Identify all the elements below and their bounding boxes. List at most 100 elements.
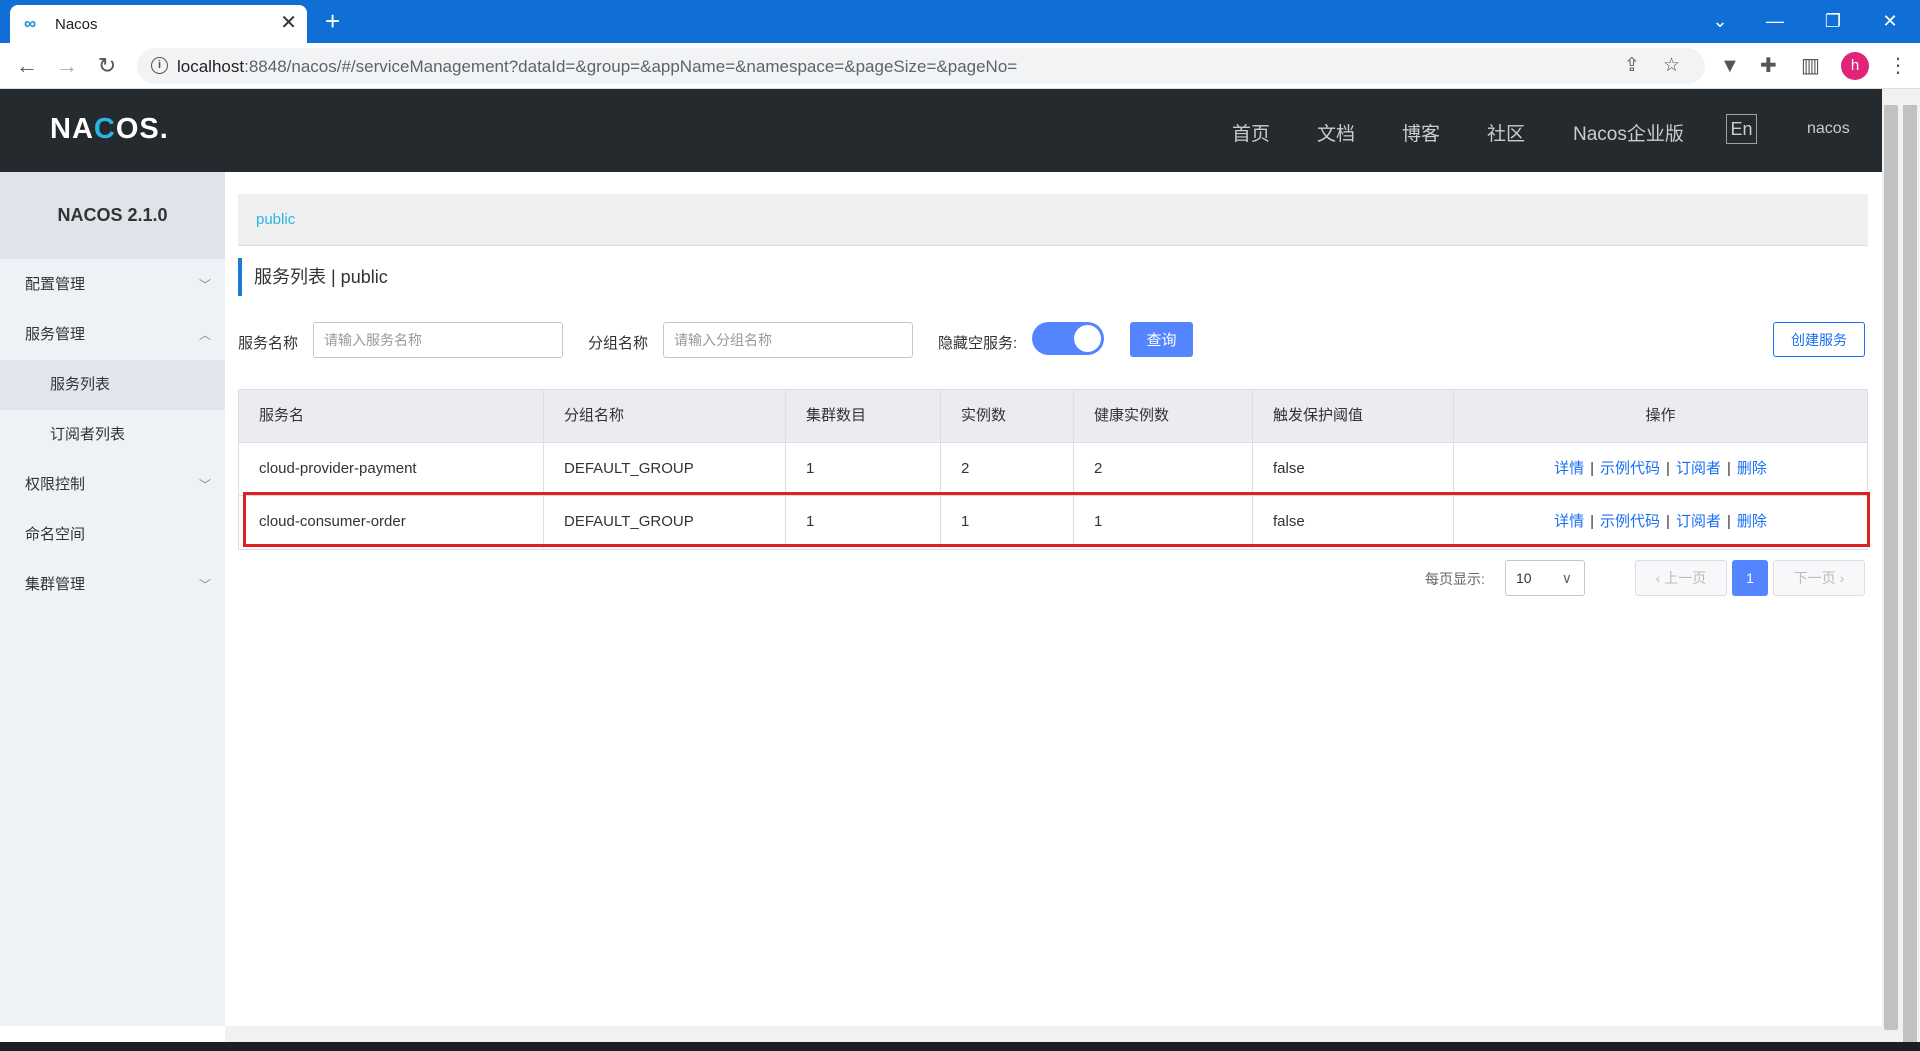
- page-size-select[interactable]: 10 ∨: [1505, 560, 1585, 596]
- sidebar-item-label: 命名空间: [25, 526, 86, 543]
- sidebar-item-namespace[interactable]: 命名空间: [0, 510, 225, 560]
- threshold-cell: false: [1253, 496, 1454, 548]
- instance-count-cell: 2: [941, 443, 1074, 495]
- operations-cell: 详情 | 示例代码 | 订阅者 | 删除: [1554, 460, 1767, 477]
- current-page-button[interactable]: 1: [1732, 560, 1768, 596]
- address-bar: ← → ↻ i localhost:8848/nacos/#/serviceMa…: [0, 43, 1920, 89]
- minimize-icon[interactable]: —: [1755, 6, 1795, 36]
- sidebar: NACOS 2.1.0 配置管理 ﹀ 服务管理 ︿ 服务列表 订阅者列表 权限控…: [0, 172, 225, 1026]
- namespace-link[interactable]: public: [256, 211, 295, 228]
- sidebar-item-label: 配置管理: [25, 276, 86, 293]
- sidebar-item-auth[interactable]: 权限控制 ﹀: [0, 460, 225, 510]
- service-name-cell: cloud-provider-payment: [239, 443, 544, 495]
- service-name-input[interactable]: [313, 322, 563, 358]
- nav-blog[interactable]: 博客: [1402, 119, 1440, 146]
- namespace-bar: public: [238, 194, 1868, 246]
- table-row: cloud-provider-payment DEFAULT_GROUP 1 2…: [239, 443, 1867, 496]
- user-name[interactable]: nacos: [1807, 120, 1850, 138]
- horizontal-scrollbar[interactable]: [225, 1026, 1882, 1042]
- new-tab-button[interactable]: +: [325, 6, 340, 36]
- url-input[interactable]: i localhost:8848/nacos/#/serviceManageme…: [137, 48, 1705, 84]
- hide-empty-label: 隐藏空服务:: [938, 335, 1018, 352]
- url-text: localhost:8848/nacos/#/serviceManagement…: [177, 57, 1018, 76]
- hide-empty-toggle[interactable]: [1032, 322, 1104, 355]
- back-arrow-icon[interactable]: ←: [12, 51, 42, 81]
- menu-dots-icon[interactable]: ⋮: [1888, 54, 1908, 78]
- nav-enterprise[interactable]: Nacos企业版: [1573, 119, 1684, 146]
- cluster-count-cell: 1: [786, 443, 941, 495]
- tab-search-icon[interactable]: ⌄: [1700, 6, 1740, 36]
- close-tab-icon[interactable]: ✕: [280, 12, 297, 34]
- service-name-cell: cloud-consumer-order: [239, 496, 544, 548]
- healthy-count-cell: 1: [1074, 496, 1253, 548]
- service-name-label: 服务名称: [238, 335, 299, 352]
- page-scrollbar-thumb[interactable]: [1903, 105, 1917, 1045]
- group-cell: DEFAULT_GROUP: [544, 496, 786, 548]
- detail-link[interactable]: 详情: [1554, 513, 1584, 530]
- per-page-label: 每页显示:: [1425, 571, 1485, 587]
- browser-tab-bar: ∞ Nacos ✕ + ⌄ — ❐ ✕: [0, 0, 1920, 43]
- sample-code-link[interactable]: 示例代码: [1600, 513, 1660, 530]
- delete-link[interactable]: 删除: [1737, 513, 1767, 530]
- group-name-input[interactable]: [663, 322, 913, 358]
- chevron-down-icon: ﹀: [198, 478, 211, 492]
- sidepanel-icon[interactable]: ▥: [1801, 54, 1820, 78]
- column-header: 分组名称: [544, 390, 786, 442]
- language-toggle-button[interactable]: En: [1726, 114, 1757, 144]
- extension-v-icon[interactable]: ▼: [1720, 54, 1740, 78]
- nav-home[interactable]: 首页: [1232, 119, 1270, 146]
- app-header: NACOS. 首页 文档 博客 社区 Nacos企业版 En nacos: [0, 89, 1901, 172]
- cluster-count-cell: 1: [786, 496, 941, 548]
- taskbar: [0, 1042, 1920, 1051]
- main-content: public 服务列表 | public 服务名称 分组名称 隐藏空服务: 查询…: [225, 172, 1882, 1026]
- column-header: 健康实例数: [1074, 390, 1253, 442]
- delete-link[interactable]: 删除: [1737, 460, 1767, 477]
- next-page-button[interactable]: 下一页 ›: [1773, 560, 1865, 596]
- subscriber-link[interactable]: 订阅者: [1676, 513, 1721, 530]
- column-header: 操作: [1645, 407, 1676, 424]
- prev-page-button[interactable]: ‹ 上一页: [1635, 560, 1727, 596]
- create-service-button[interactable]: 创建服务: [1773, 322, 1865, 357]
- nav-community[interactable]: 社区: [1487, 119, 1525, 146]
- detail-link[interactable]: 详情: [1554, 460, 1584, 477]
- nacos-favicon-icon: ∞: [24, 14, 37, 33]
- threshold-cell: false: [1253, 443, 1454, 495]
- browser-tab[interactable]: ∞ Nacos ✕: [10, 5, 307, 43]
- puzzle-icon[interactable]: ✚: [1760, 54, 1777, 78]
- subscriber-link[interactable]: 订阅者: [1676, 460, 1721, 477]
- reload-icon[interactable]: ↻: [92, 51, 122, 81]
- nacos-logo[interactable]: NACOS.: [50, 113, 169, 146]
- sidebar-item-label: 服务列表: [50, 376, 111, 393]
- toggle-knob: [1074, 325, 1101, 352]
- page-title: 服务列表 | public: [238, 258, 388, 296]
- info-icon[interactable]: i: [151, 57, 168, 74]
- version-title: NACOS 2.1.0: [0, 172, 225, 259]
- restore-icon[interactable]: ❐: [1813, 6, 1853, 36]
- table-header-row: 服务名 分组名称 集群数目 实例数 健康实例数 触发保护阈值 操作: [239, 390, 1867, 443]
- content-scrollbar-thumb[interactable]: [1884, 105, 1898, 1030]
- nav-docs[interactable]: 文档: [1317, 119, 1355, 146]
- group-name-label: 分组名称: [588, 335, 649, 352]
- sidebar-item-label: 权限控制: [25, 476, 86, 493]
- column-header: 集群数目: [786, 390, 941, 442]
- service-table: 服务名 分组名称 集群数目 实例数 健康实例数 触发保护阈值 操作 cloud-…: [238, 389, 1868, 550]
- forward-arrow-icon[interactable]: →: [52, 51, 82, 81]
- tab-title: Nacos: [55, 16, 98, 33]
- share-icon[interactable]: ⇪: [1624, 54, 1640, 77]
- sidebar-item-cluster[interactable]: 集群管理 ﹀: [0, 560, 225, 610]
- star-icon[interactable]: ☆: [1663, 54, 1680, 77]
- sidebar-item-service[interactable]: 服务管理 ︿: [0, 310, 225, 360]
- sidebar-item-config[interactable]: 配置管理 ﹀: [0, 260, 225, 310]
- column-header: 实例数: [941, 390, 1074, 442]
- sample-code-link[interactable]: 示例代码: [1600, 460, 1660, 477]
- instance-count-cell: 1: [941, 496, 1074, 548]
- column-header: 服务名: [239, 390, 544, 442]
- profile-avatar[interactable]: h: [1841, 52, 1869, 80]
- sidebar-item-subscribers[interactable]: 订阅者列表: [0, 410, 225, 460]
- sidebar-item-service-list[interactable]: 服务列表: [0, 360, 225, 410]
- close-window-icon[interactable]: ✕: [1870, 6, 1910, 36]
- query-button[interactable]: 查询: [1130, 322, 1193, 357]
- table-row: cloud-consumer-order DEFAULT_GROUP 1 1 1…: [239, 496, 1867, 549]
- sidebar-item-label: 集群管理: [25, 576, 86, 593]
- sidebar-item-label: 订阅者列表: [50, 426, 126, 443]
